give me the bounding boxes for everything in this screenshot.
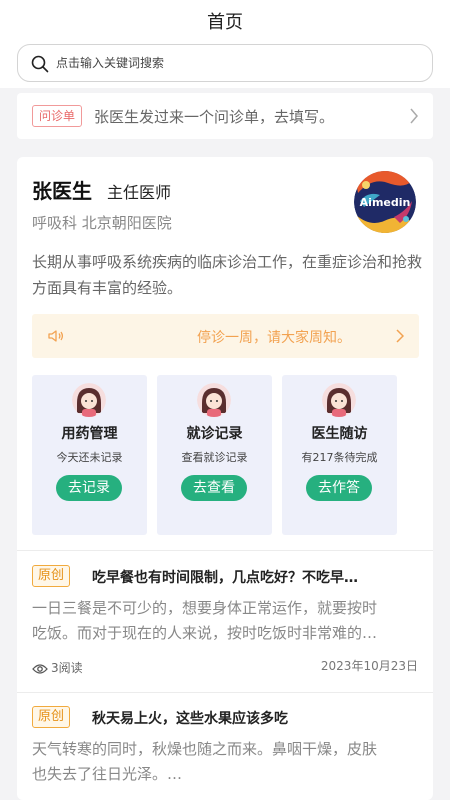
feature-doctor-followup[interactable]: 医生随访 有217条待完成 去作答: [282, 375, 397, 535]
questionnaire-notice[interactable]: 问诊单 张医生发过来一个问诊单，去填写。: [17, 93, 433, 139]
article-read-count: 3阅读: [32, 659, 83, 676]
article-item[interactable]: 原创 吃早餐也有时间限制，几点吃好？不吃早… 一日三餐是不可少的，想要身体正常运…: [17, 551, 433, 691]
notice-tag: 问诊单: [32, 105, 83, 127]
page-title: 首页: [207, 12, 243, 33]
search-icon: [31, 55, 49, 73]
doctor-department: 呼吸科 北京朝阳医院: [32, 214, 172, 232]
feature-title: 用药管理: [61, 426, 118, 442]
article-title: 吃早餐也有时间限制，几点吃好？不吃早…: [92, 570, 358, 586]
feature-subtitle: 今天还未记录: [56, 451, 123, 464]
read-count-text: 3阅读: [51, 661, 83, 675]
doctor-title: 主任医师: [107, 183, 172, 202]
feature-medication[interactable]: 用药管理 今天还未记录 去记录: [32, 375, 147, 535]
article-date: 2023年10月23日: [320, 659, 418, 673]
search-bar: [0, 40, 450, 88]
article-body-line: 天气转寒的同时，秋燥也随之而来。鼻咽干燥，皮肤: [32, 740, 378, 758]
article-body-line: 一日三餐是不可少的，想要身体正常运作，就要按时: [32, 599, 378, 617]
chevron-right-icon: [396, 329, 404, 343]
doctor-card: 张医生 主任医师 呼吸科 北京朝阳医院 Aimedin 长期从事呼吸系统疾病的临…: [17, 157, 433, 800]
speaker-icon: [48, 330, 64, 342]
cartoon-avatar-icon: [197, 383, 231, 417]
article-item[interactable]: 原创 秋天易上火，这些水果应该多吃 天气转寒的同时，秋燥也随之而来。鼻咽干燥，皮…: [17, 693, 433, 800]
announcement-text: 停诊一周，请大家周知。: [197, 330, 351, 346]
view-records-button[interactable]: 去查看: [181, 475, 247, 501]
article-title: 秋天易上火，这些水果应该多吃: [92, 711, 288, 727]
search-box[interactable]: [17, 44, 433, 82]
feature-visit-records[interactable]: 就诊记录 查看就诊记录 去查看: [157, 375, 272, 535]
search-input[interactable]: [56, 53, 416, 73]
original-tag: 原创: [32, 706, 71, 728]
doctor-name: 张医生: [32, 179, 92, 203]
cartoon-avatar-icon: [72, 383, 106, 417]
feature-subtitle: 有217条待完成: [301, 451, 378, 464]
article-body-line: 也失去了往日光泽。…: [32, 765, 183, 783]
cartoon-avatar-icon: [322, 383, 356, 417]
feature-subtitle: 查看就诊记录: [181, 451, 248, 464]
notice-text: 张医生发过来一个问诊单，去填写。: [94, 108, 335, 126]
answer-followup-button[interactable]: 去作答: [306, 475, 372, 501]
avatar-logo-text: Aimedin: [360, 196, 411, 209]
feature-title: 医生随访: [311, 426, 368, 442]
doctor-intro: 长期从事呼吸系统疾病的临床诊治工作，在重症诊治和抢救方面具有丰富的经验。: [32, 253, 423, 297]
announcement-bar[interactable]: 停诊一周，请大家周知。: [32, 314, 419, 358]
chevron-right-icon: [410, 108, 418, 124]
feature-title: 就诊记录: [186, 426, 243, 442]
header: 首页: [0, 0, 450, 40]
record-medication-button[interactable]: 去记录: [56, 475, 122, 501]
eye-icon: [32, 663, 48, 674]
doctor-avatar[interactable]: Aimedin: [354, 171, 416, 233]
original-tag: 原创: [32, 565, 71, 587]
article-body-line: 吃饭。而对于现在的人来说，按时吃饭时非常难的…: [32, 624, 378, 642]
